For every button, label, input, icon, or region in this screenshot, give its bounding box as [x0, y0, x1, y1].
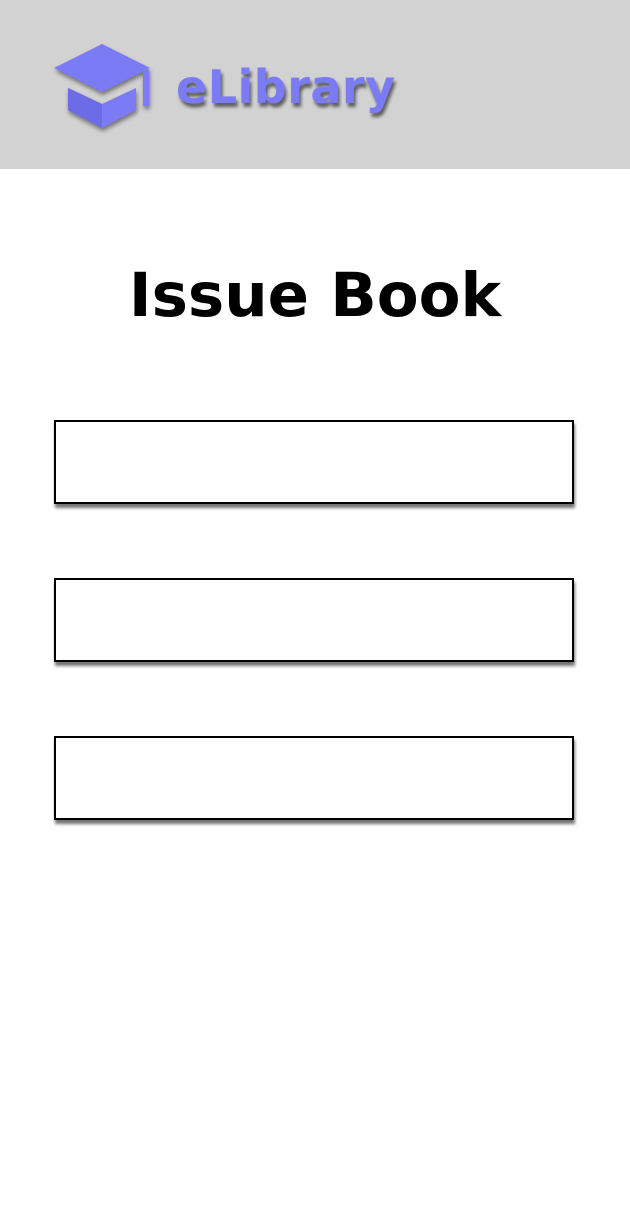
graduation-cap-icon — [52, 42, 152, 136]
issue-form-field-3[interactable] — [54, 736, 574, 820]
app-header: eLibrary — [0, 0, 630, 169]
brand-logo[interactable]: eLibrary — [52, 42, 396, 136]
issue-form-field-1[interactable] — [54, 420, 574, 504]
issue-form-field-2[interactable] — [54, 578, 574, 662]
page-title: Issue Book — [128, 260, 502, 331]
brand-name: eLibrary — [176, 60, 396, 114]
